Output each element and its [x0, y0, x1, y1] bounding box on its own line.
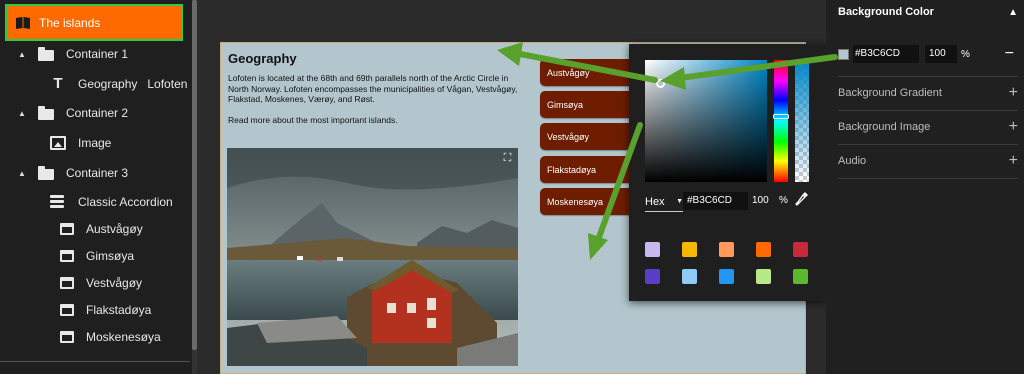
- color-picker-popover: Hex ▼ #B3C6CD 100 %: [629, 44, 826, 301]
- accordion-icon: [50, 195, 66, 209]
- tree-root-label: The islands: [39, 15, 101, 30]
- collapse-arrow-icon[interactable]: ▲: [18, 109, 28, 118]
- background-gradient-label: Background Gradient: [838, 87, 942, 99]
- swatch-red[interactable]: [793, 242, 808, 257]
- swatch-lavender[interactable]: [645, 242, 660, 257]
- section-divider: [838, 144, 1018, 145]
- plus-icon[interactable]: +: [1009, 118, 1018, 136]
- tree-item-austvagoy[interactable]: Austvågøy: [60, 218, 143, 240]
- tree-item-container-3[interactable]: ▲ Container 3: [18, 162, 128, 184]
- accordion-item-gimsoya[interactable]: Gimsøya: [540, 91, 640, 118]
- tree-item-label: Container 1: [66, 47, 129, 61]
- landscape-image: [227, 148, 518, 366]
- tree-item-label: Container 2: [66, 106, 129, 120]
- lofoten-photo[interactable]: ⛶: [227, 148, 518, 366]
- chevron-up-icon[interactable]: ▲: [1008, 7, 1018, 18]
- background-gradient-section[interactable]: Background Gradient +: [838, 84, 1018, 102]
- tree-item-gimsoya[interactable]: Gimsøya: [60, 245, 134, 267]
- saturation-area[interactable]: [645, 60, 767, 182]
- hue-handle[interactable]: [773, 114, 789, 119]
- tree-item-image[interactable]: Image: [50, 132, 111, 154]
- expand-icon[interactable]: ⛶: [501, 152, 514, 165]
- tree-item-label: Image: [78, 136, 112, 150]
- eyedropper-icon[interactable]: [795, 191, 809, 207]
- collapse-arrow-icon[interactable]: ▲: [18, 50, 28, 59]
- window-icon: [60, 223, 74, 235]
- swatch-green[interactable]: [793, 269, 808, 284]
- tree-item-moskenesoya[interactable]: Moskenesøya: [60, 326, 161, 348]
- layers-sidebar: The islands ▲ Container 1 T Geography Lo…: [0, 0, 192, 374]
- background-color-section-header[interactable]: Background Color ▲: [838, 4, 1018, 20]
- sidebar-divider: [0, 361, 190, 362]
- background-color-row: #B3C6CD 100 % −: [838, 43, 1018, 65]
- picker-opacity-input[interactable]: 100: [752, 192, 776, 210]
- book-icon: [16, 16, 30, 29]
- properties-panel: Background Color ▲ #B3C6CD 100 % − Backg…: [826, 0, 1024, 374]
- swatch-yellow[interactable]: [682, 242, 697, 257]
- background-percent-label: %: [961, 48, 970, 60]
- swatch-peach[interactable]: [719, 242, 734, 257]
- saturation-handle[interactable]: [656, 79, 665, 88]
- tree-item-label: Gimsøya: [86, 249, 134, 263]
- geography-heading: Geography: [228, 51, 297, 66]
- tree-item-label: Austvågøy: [86, 222, 143, 236]
- swatch-light-blue[interactable]: [682, 269, 697, 284]
- geography-paragraph: Lofoten is located at the 68th and 69th …: [228, 73, 518, 104]
- tree-item-label: Classic Accordion: [78, 195, 173, 209]
- tree-item-container-2[interactable]: ▲ Container 2: [18, 102, 128, 124]
- window-icon: [60, 250, 74, 262]
- background-color-title: Background Color: [838, 6, 934, 18]
- tree-item-label: Vestvågøy: [86, 276, 143, 290]
- background-opacity-input[interactable]: 100: [925, 45, 957, 63]
- tree-item-label: Geography Lofoten: [78, 77, 188, 91]
- window-icon: [60, 331, 74, 343]
- accordion-item-moskenesoya[interactable]: Moskenesøya: [540, 188, 640, 215]
- accordion-item-vestvagoy[interactable]: Vestvågøy: [540, 123, 640, 150]
- swatch-purple[interactable]: [645, 269, 660, 284]
- collapse-arrow-icon[interactable]: ▲: [18, 169, 28, 178]
- tree-item-label: Container 3: [66, 166, 129, 180]
- window-icon: [60, 277, 74, 289]
- tree-item-flakstadoya[interactable]: Flakstadøya: [60, 299, 151, 321]
- accordion-item-flakstadoya[interactable]: Flakstadøya: [540, 156, 640, 183]
- background-color-swatch[interactable]: [838, 48, 849, 60]
- read-more-paragraph: Read more about the most important islan…: [228, 115, 398, 125]
- tree-item-vestvagoy[interactable]: Vestvågøy: [60, 272, 142, 294]
- color-mode-select[interactable]: Hex ▼: [645, 192, 683, 212]
- picker-hex-input[interactable]: #B3C6CD: [683, 192, 748, 210]
- color-mode-label: Hex: [645, 195, 665, 208]
- audio-section[interactable]: Audio +: [838, 152, 1018, 170]
- accordion-item-austvagoy[interactable]: Austvågøy: [540, 59, 640, 86]
- text-icon: T: [53, 75, 63, 92]
- background-image-label: Background Image: [838, 121, 931, 133]
- audio-label: Audio: [838, 155, 867, 167]
- window-icon: [60, 304, 74, 316]
- background-image-section[interactable]: Background Image +: [838, 118, 1018, 136]
- section-divider: [838, 178, 1018, 179]
- tree-item-container-1[interactable]: ▲ Container 1: [18, 43, 128, 65]
- folder-icon: [38, 46, 54, 61]
- image-icon: [50, 136, 66, 150]
- plus-icon[interactable]: +: [1009, 152, 1018, 170]
- tree-item-classic-accordion[interactable]: Classic Accordion: [50, 191, 173, 213]
- tree-item-label: Moskenesøya: [86, 330, 161, 344]
- hue-slider[interactable]: [774, 60, 788, 182]
- picker-percent-label: %: [779, 195, 788, 206]
- swatch-light-green[interactable]: [756, 269, 771, 284]
- folder-icon: [38, 165, 54, 180]
- tree-item-label: Flakstadøya: [86, 303, 152, 317]
- remove-color-icon[interactable]: −: [1005, 45, 1014, 63]
- caret-down-icon: ▼: [676, 198, 683, 205]
- folder-icon: [38, 105, 54, 120]
- swatch-orange[interactable]: [756, 242, 771, 257]
- section-divider: [838, 76, 1018, 77]
- alpha-slider[interactable]: [795, 60, 809, 182]
- section-divider: [838, 110, 1018, 111]
- background-hex-input[interactable]: #B3C6CD: [853, 45, 919, 63]
- swatch-blue[interactable]: [719, 269, 734, 284]
- sidebar-scrollbar-thumb[interactable]: [192, 0, 197, 350]
- tree-root-the-islands[interactable]: The islands: [5, 4, 183, 41]
- tree-item-geography[interactable]: T Geography Lofoten: [50, 73, 187, 95]
- plus-icon[interactable]: +: [1009, 84, 1018, 102]
